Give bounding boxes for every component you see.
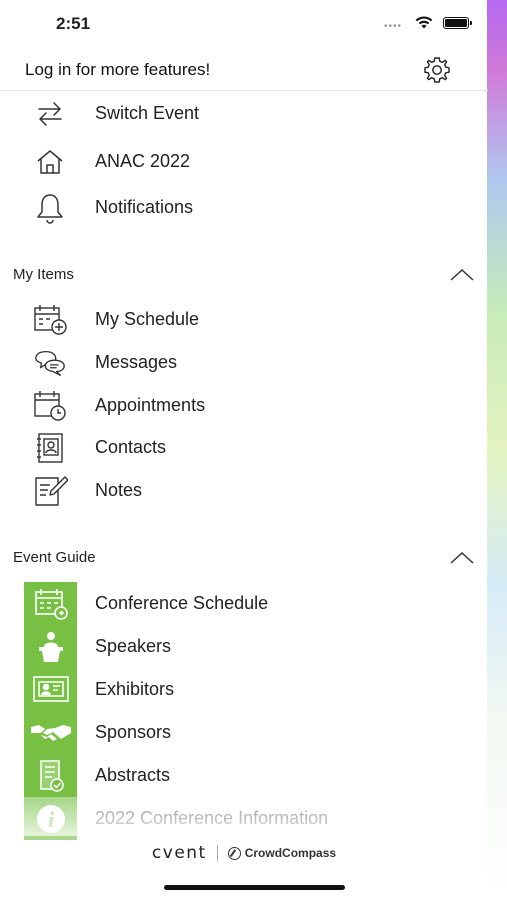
side-gradient-strip — [487, 0, 507, 900]
menu-item-label: Appointments — [95, 395, 206, 415]
battery-icon — [443, 17, 472, 29]
menu-item-label: Notifications — [95, 197, 194, 217]
guide-item-abstracts[interactable]: Abstracts — [0, 754, 488, 797]
contact-book-icon — [32, 430, 68, 466]
podium-icon — [24, 625, 77, 668]
menu-item-label: Sponsors — [95, 722, 172, 742]
calendar-tile-icon — [24, 582, 77, 625]
menu-item-label: Conference Schedule — [95, 593, 269, 613]
menu-item-label: Contacts — [95, 437, 167, 457]
my-items-section-header[interactable]: My Items — [0, 259, 488, 291]
calendar-add-icon — [32, 302, 68, 338]
menu-item-notes[interactable]: Notes — [0, 471, 488, 511]
crowdcompass-mark-icon — [227, 846, 241, 860]
cvent-logo: cvent — [151, 843, 207, 863]
menu-item-label: Messages — [95, 352, 178, 372]
wifi-icon — [415, 16, 433, 29]
menu-item-label: 2022 Conference Information — [95, 808, 329, 828]
status-bar: 2:51 •••• — [0, 0, 488, 50]
menu-item-switch-event[interactable]: Switch Event — [0, 94, 488, 134]
event-guide-section-header[interactable]: Event Guide — [0, 542, 488, 574]
menu-item-label: ANAC 2022 — [95, 151, 191, 171]
svg-text:i: i — [47, 807, 54, 832]
bell-icon — [32, 190, 68, 226]
guide-item-speakers[interactable]: Speakers — [0, 625, 488, 668]
menu-item-event-home[interactable]: ANAC 2022 — [0, 142, 488, 182]
menu-item-contacts[interactable]: Contacts — [0, 428, 488, 468]
section-title: Event Guide — [13, 549, 96, 566]
gear-icon[interactable] — [421, 54, 453, 86]
booth-icon — [24, 668, 77, 711]
login-prompt[interactable]: Log in for more features! — [25, 60, 210, 80]
info-icon: i — [24, 797, 77, 840]
status-time: 2:51 — [56, 14, 91, 33]
swap-arrows-icon — [32, 96, 68, 132]
menu-item-label: Switch Event — [95, 103, 200, 123]
handshake-icon — [24, 711, 77, 754]
guide-item-conference-schedule[interactable]: Conference Schedule — [0, 582, 488, 625]
home-icon — [32, 144, 68, 180]
home-indicator[interactable] — [164, 885, 345, 890]
note-pencil-icon — [32, 473, 68, 509]
document-check-icon — [24, 754, 77, 797]
section-title: My Items — [13, 266, 74, 283]
menu-item-messages[interactable]: Messages — [0, 343, 488, 383]
menu-header: Log in for more features! — [0, 50, 488, 91]
menu-item-appointments[interactable]: Appointments — [0, 386, 488, 426]
menu-item-label: Speakers — [95, 636, 172, 656]
menu-item-label: Notes — [95, 480, 143, 500]
footer-divider — [216, 845, 218, 861]
signal-icon: •••• — [384, 21, 403, 32]
menu-item-my-schedule[interactable]: My Schedule — [0, 300, 488, 340]
chevron-up-icon[interactable] — [449, 265, 475, 285]
chat-bubbles-icon — [32, 345, 68, 381]
crowdcompass-text: CrowdCompass — [244, 846, 337, 860]
menu-item-notifications[interactable]: Notifications — [0, 188, 488, 228]
guide-item-exhibitors[interactable]: Exhibitors — [0, 668, 488, 711]
menu-item-label: My Schedule — [95, 309, 200, 329]
guide-item-conference-information[interactable]: i 2022 Conference Information — [0, 797, 488, 840]
chevron-up-icon[interactable] — [449, 548, 475, 568]
guide-item-sponsors[interactable]: Sponsors — [0, 711, 488, 754]
menu-item-label: Abstracts — [95, 765, 171, 785]
menu-item-label: Exhibitors — [95, 679, 175, 699]
crowdcompass-logo: CrowdCompass — [227, 846, 337, 860]
calendar-clock-icon — [32, 388, 68, 424]
footer-branding: cvent CrowdCompass — [0, 838, 488, 868]
